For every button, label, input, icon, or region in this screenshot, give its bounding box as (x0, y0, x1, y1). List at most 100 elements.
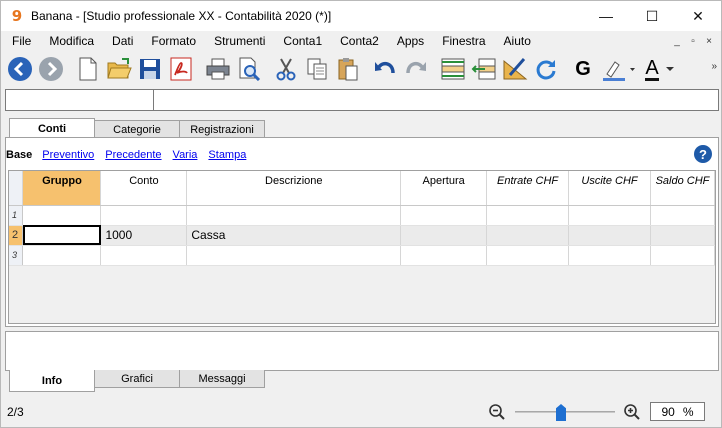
menu-conta2[interactable]: Conta2 (331, 31, 388, 51)
menu-formato[interactable]: Formato (142, 31, 205, 51)
print-preview-button[interactable] (234, 54, 264, 84)
tab-categorie[interactable]: Categorie (94, 120, 180, 138)
row-number[interactable]: 3 (9, 245, 24, 266)
doc-close-button[interactable]: × (701, 36, 717, 47)
column-header-descrizione[interactable]: Descrizione (186, 171, 402, 206)
copy-button[interactable] (302, 54, 332, 84)
view-stampa[interactable]: Stampa (208, 149, 246, 161)
cell-apertura[interactable] (400, 205, 488, 226)
table-row: 1 (9, 205, 715, 226)
cell-saldo[interactable] (650, 225, 715, 246)
forward-button[interactable] (36, 54, 66, 84)
delete-row-button[interactable] (469, 54, 499, 84)
menu-aiuto[interactable]: Aiuto (495, 31, 540, 51)
menu-conta1[interactable]: Conta1 (274, 31, 331, 51)
view-base[interactable]: Base (6, 149, 32, 161)
undo-icon (375, 61, 395, 74)
forward-icon (39, 57, 63, 81)
zoom-slider[interactable] (515, 403, 615, 421)
close-button[interactable]: ✕ (675, 1, 721, 31)
redo-button[interactable] (401, 54, 431, 84)
zoom-unit: % (682, 404, 694, 419)
save-button[interactable] (135, 54, 165, 84)
cell-uscite[interactable] (568, 225, 651, 246)
paste-button[interactable] (333, 54, 363, 84)
bold-button[interactable]: G (568, 54, 598, 84)
column-header-gruppo[interactable]: Gruppo (22, 171, 102, 206)
cell-uscite[interactable] (568, 245, 651, 266)
accounts-table: Gruppo Conto Descrizione Apertura Entrat… (8, 170, 716, 324)
table-tabs: Conti Categorie Registrazioni (9, 118, 265, 138)
insert-row-button[interactable] (438, 54, 468, 84)
cell-gruppo[interactable] (22, 245, 102, 266)
new-file-button[interactable] (73, 54, 103, 84)
column-header-saldo[interactable]: Saldo CHF (650, 171, 715, 206)
help-icon[interactable]: ? (694, 145, 712, 163)
cell-descrizione[interactable]: Cassa (186, 225, 402, 246)
doc-restore-button[interactable]: ▫ (685, 36, 701, 47)
cut-button[interactable] (271, 54, 301, 84)
zoom-in-icon (624, 404, 640, 420)
view-precedente[interactable]: Precedente (105, 149, 161, 161)
row-number[interactable]: 2 (9, 225, 24, 246)
cell-gruppo[interactable] (22, 205, 102, 226)
back-icon (8, 57, 32, 81)
title-bar: 9 Banana - [Studio professionale XX - Co… (1, 1, 721, 31)
cell-reference-field[interactable] (6, 90, 154, 110)
row-header-corner (9, 171, 24, 206)
cell-saldo[interactable] (650, 245, 715, 266)
tab-registrazioni[interactable]: Registrazioni (179, 120, 265, 138)
cell-uscite[interactable] (568, 205, 651, 226)
tab-info[interactable]: Info (9, 370, 95, 392)
menu-strumenti[interactable]: Strumenti (205, 31, 274, 51)
cell-entrate[interactable] (486, 205, 570, 226)
tab-messaggi[interactable]: Messaggi (179, 370, 265, 388)
back-button[interactable] (5, 54, 35, 84)
column-header-conto[interactable]: Conto (100, 171, 188, 206)
zoom-in-button[interactable] (623, 403, 641, 421)
font-color-button[interactable]: A (640, 54, 680, 84)
menu-finestra[interactable]: Finestra (433, 31, 494, 51)
cell-saldo[interactable] (650, 205, 715, 226)
view-varia[interactable]: Varia (173, 149, 198, 161)
menu-modifica[interactable]: Modifica (40, 31, 103, 51)
chevron-down-icon (665, 67, 674, 71)
open-folder-button[interactable] (104, 54, 134, 84)
column-header-uscite[interactable]: Uscite CHF (568, 171, 651, 206)
zoom-out-button[interactable] (488, 403, 506, 421)
zoom-slider-thumb[interactable] (556, 404, 566, 421)
cell-entrate[interactable] (486, 225, 570, 246)
cell-entrate[interactable] (486, 245, 570, 266)
export-pdf-button[interactable] (166, 54, 196, 84)
menu-dati[interactable]: Dati (103, 31, 142, 51)
menu-apps[interactable]: Apps (388, 31, 433, 51)
view-preventivo[interactable]: Preventivo (42, 149, 94, 161)
maximize-button[interactable]: ☐ (629, 1, 675, 31)
menu-bar: File Modifica Dati Formato Strumenti Con… (1, 31, 721, 51)
highlight-button[interactable] (599, 54, 639, 84)
cell-descrizione[interactable] (186, 245, 402, 266)
row-number[interactable]: 1 (9, 205, 24, 226)
cell-conto[interactable] (100, 205, 188, 226)
toolbar-overflow-icon[interactable]: » (711, 61, 717, 72)
refresh-button[interactable] (531, 54, 561, 84)
print-button[interactable] (203, 54, 233, 84)
print-preview-icon (239, 57, 261, 81)
cell-descrizione[interactable] (186, 205, 402, 226)
minimize-button[interactable]: — (583, 1, 629, 31)
undo-button[interactable] (370, 54, 400, 84)
menu-file[interactable]: File (1, 31, 40, 51)
column-header-apertura[interactable]: Apertura (400, 171, 488, 206)
cell-conto[interactable] (100, 245, 188, 266)
column-header-entrate[interactable]: Entrate CHF (486, 171, 570, 206)
cell-content-field[interactable] (154, 90, 718, 110)
cell-apertura[interactable] (400, 245, 488, 266)
cell-conto[interactable]: 1000 (100, 225, 188, 246)
tab-conti[interactable]: Conti (9, 118, 95, 138)
tab-grafici[interactable]: Grafici (94, 370, 180, 388)
zoom-level-field[interactable]: 90 % (650, 402, 705, 421)
doc-minimize-button[interactable]: _ (669, 36, 685, 47)
cell-gruppo[interactable] (22, 225, 102, 246)
cell-apertura[interactable] (400, 225, 488, 246)
edit-ruler-button[interactable] (500, 54, 530, 84)
